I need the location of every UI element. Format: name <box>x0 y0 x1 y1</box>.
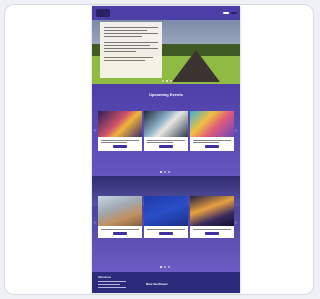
chevron-right-icon[interactable]: › <box>235 128 239 134</box>
event-image <box>98 196 142 226</box>
text-line <box>193 142 220 143</box>
event-card[interactable] <box>98 196 142 238</box>
event-button[interactable] <box>159 145 173 148</box>
pagination-dot-active[interactable] <box>160 266 162 268</box>
text-line <box>98 287 126 288</box>
pagination-dot-active[interactable] <box>160 171 162 173</box>
event-caption <box>190 226 234 228</box>
text-line <box>104 33 158 34</box>
event-caption <box>144 137 188 139</box>
text-line <box>104 27 158 28</box>
text-line <box>101 140 139 141</box>
event-caption <box>190 137 234 139</box>
pagination-dot[interactable] <box>164 171 166 173</box>
text-line <box>101 229 139 230</box>
site-footer: About us Blue Sunflower <box>92 272 240 293</box>
event-caption <box>98 137 142 139</box>
pagination-dot-active[interactable] <box>166 80 168 82</box>
pagination-dot[interactable] <box>164 266 166 268</box>
top-nav <box>92 6 240 20</box>
chevron-right-icon[interactable]: › <box>235 220 239 226</box>
nav-button[interactable] <box>223 12 229 14</box>
event-button[interactable] <box>159 232 173 235</box>
event-caption <box>144 226 188 228</box>
pagination-dot[interactable] <box>162 80 164 82</box>
section-title: Upcoming Events <box>149 92 183 97</box>
event-card[interactable] <box>190 196 234 238</box>
text-line <box>104 45 150 46</box>
event-card[interactable] <box>190 111 234 151</box>
text-line <box>104 42 158 43</box>
text-line <box>104 60 145 61</box>
hero-banner <box>92 20 240 84</box>
event-button[interactable] <box>205 145 219 148</box>
hero-pyramid <box>172 50 220 82</box>
text-line <box>193 140 231 141</box>
text-line <box>104 48 158 49</box>
text-line <box>147 229 185 230</box>
event-caption <box>98 226 142 228</box>
text-line <box>147 140 185 141</box>
event-button[interactable] <box>205 232 219 235</box>
upcoming-pagination <box>160 171 170 173</box>
event-button[interactable] <box>113 145 127 148</box>
event-image <box>190 196 234 226</box>
text-line <box>193 229 231 230</box>
featured-events-section: ‹ › <box>92 176 240 272</box>
site-screenshot: Upcoming Events ‹ › ‹ › About us Blue Su… <box>92 6 240 293</box>
text-line <box>104 30 148 31</box>
event-image <box>144 196 188 226</box>
text-line <box>98 284 120 285</box>
event-card[interactable] <box>98 111 142 151</box>
event-image <box>190 111 234 137</box>
nav-button-primary[interactable] <box>231 12 237 14</box>
text-line <box>101 142 128 143</box>
footer-heading: About us <box>98 275 111 279</box>
nav-buttons <box>223 12 237 14</box>
event-button[interactable] <box>113 232 127 235</box>
site-logo[interactable] <box>96 9 110 17</box>
event-card[interactable] <box>144 196 188 238</box>
hero-text-panel <box>100 22 162 78</box>
text-line <box>104 36 142 37</box>
event-card[interactable] <box>144 111 188 151</box>
featured-pagination <box>160 266 170 268</box>
text-line <box>147 142 174 143</box>
pagination-dot[interactable] <box>170 80 172 82</box>
footer-logo[interactable]: Blue Sunflower <box>146 282 168 286</box>
event-image <box>98 111 142 137</box>
pagination-dot[interactable] <box>168 171 170 173</box>
text-line <box>104 57 153 58</box>
upcoming-events-section: Upcoming Events ‹ › <box>92 84 240 176</box>
pagination-dot[interactable] <box>168 266 170 268</box>
hero-pagination <box>162 80 172 82</box>
text-line <box>98 281 126 282</box>
text-line <box>104 51 137 52</box>
event-image <box>144 111 188 137</box>
